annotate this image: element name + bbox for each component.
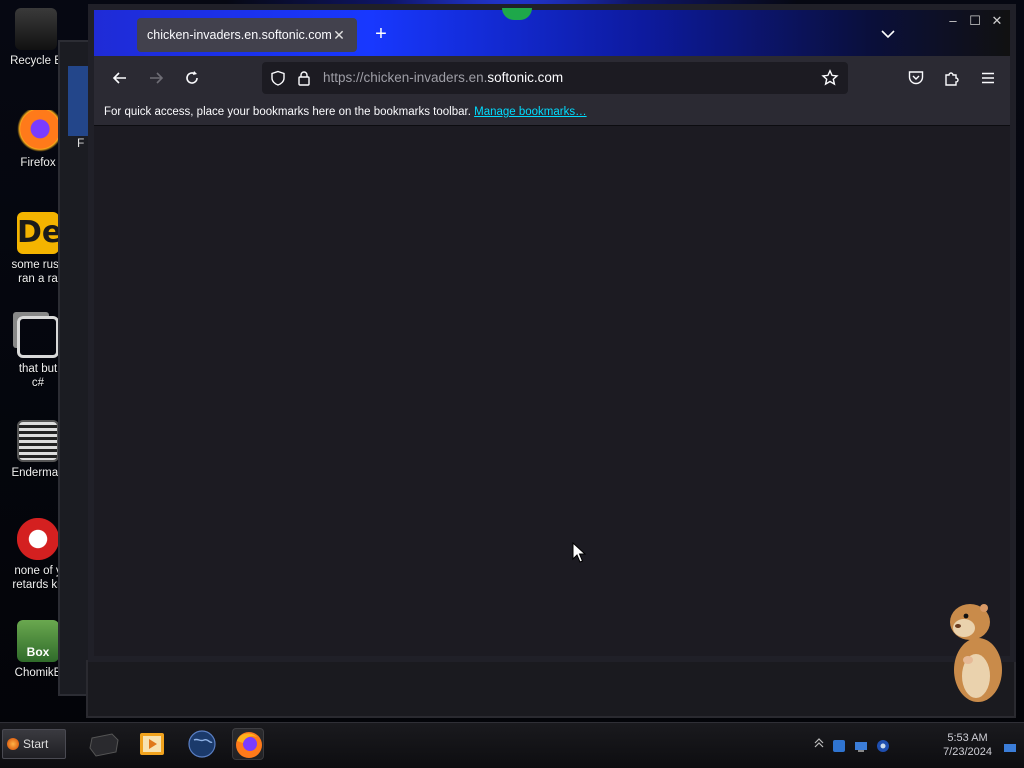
url-bar[interactable]: https://chicken-invaders.en.softonic.com <box>262 62 848 94</box>
hamster-pet-icon <box>950 604 1002 702</box>
taskbar-app-media[interactable] <box>88 728 120 760</box>
url-prefix: https://chicken-invaders.en. <box>323 70 488 85</box>
taskbar-app-globe[interactable] <box>186 728 218 760</box>
forward-button[interactable] <box>144 66 168 90</box>
star-icon <box>821 69 839 86</box>
application-menu-button[interactable] <box>976 66 1000 90</box>
media-device-icon <box>89 733 119 757</box>
tab-active[interactable]: chicken-invaders.en.softonic.com/ ✕ <box>137 18 357 52</box>
desktop-icons: Recycle B Firefox De some russ ran a ra … <box>0 0 65 720</box>
forward-arrow-icon <box>150 72 164 84</box>
chevron-up-icon <box>814 738 824 748</box>
clock-date: 7/23/2024 <box>943 746 992 758</box>
page-content-area[interactable] <box>94 127 1010 656</box>
recycle-bin-icon <box>15 8 57 50</box>
background-window-lower[interactable] <box>86 660 1016 718</box>
taskbar-app-firefox[interactable] <box>232 728 264 760</box>
extensions-button[interactable] <box>940 66 964 90</box>
taskbar: Start 5:53 AM 7/23/2024 <box>0 722 1024 768</box>
tray-volume-icon[interactable] <box>876 739 890 753</box>
taskbar-app-player[interactable] <box>136 728 168 760</box>
background-window-tab-strip <box>68 66 90 136</box>
show-hidden-icons-button[interactable] <box>814 737 828 751</box>
enderman-icon <box>17 420 59 462</box>
background-window-label: F <box>77 136 85 150</box>
bookmarks-toolbar-message: For quick access, place your bookmarks h… <box>104 106 471 118</box>
url-host: softonic.com <box>487 70 564 85</box>
de-app-icon: De <box>17 212 62 254</box>
lock-icon <box>298 71 310 86</box>
maximize-button[interactable]: ☐ <box>966 12 984 30</box>
pocket-button[interactable] <box>904 66 928 90</box>
manage-bookmarks-link[interactable]: Manage bookmarks… <box>474 106 587 118</box>
back-arrow-icon <box>112 72 126 84</box>
tab-bar: chicken-invaders.en.softonic.com/ ✕ + – … <box>94 8 1010 56</box>
firefox-window[interactable]: chicken-invaders.en.softonic.com/ ✕ + – … <box>88 4 1016 662</box>
tray-blue-app-icon <box>833 740 845 752</box>
firefox-icon <box>236 732 262 758</box>
navigation-toolbar: https://chicken-invaders.en.softonic.com <box>94 56 1010 100</box>
minimize-button[interactable]: – <box>944 12 962 30</box>
tracking-protection-button[interactable] <box>266 66 290 90</box>
pocket-icon <box>908 71 924 85</box>
show-desktop-button[interactable] <box>1004 741 1018 755</box>
system-tray: 5:53 AM 7/23/2024 <box>814 723 1024 768</box>
puzzle-piece-icon <box>945 72 959 86</box>
red-creature-icon <box>17 518 59 560</box>
network-icon <box>855 742 867 752</box>
taskbar-clock[interactable]: 5:53 AM 7/23/2024 <box>943 731 992 759</box>
tab-close-icon[interactable]: ✕ <box>331 27 347 43</box>
site-info-button[interactable] <box>292 66 316 90</box>
url-text[interactable]: https://chicken-invaders.en.softonic.com <box>323 70 563 85</box>
mouse-cursor-icon <box>572 542 586 563</box>
start-orb-icon <box>7 738 19 750</box>
start-button[interactable]: Start <box>2 729 66 759</box>
list-all-tabs-button[interactable] <box>878 24 898 44</box>
notification-icon <box>1004 744 1016 752</box>
back-button[interactable] <box>108 66 132 90</box>
titlebar-ornament <box>502 8 532 20</box>
hamburger-menu-icon <box>982 72 994 84</box>
reload-icon <box>186 71 198 84</box>
globe-icon <box>188 730 216 758</box>
box-icon-text: Box <box>26 645 50 659</box>
firefox-icon <box>17 110 59 152</box>
bookmark-star-button[interactable] <box>818 66 842 90</box>
media-player-icon <box>140 733 164 755</box>
tray-app-icon[interactable] <box>832 739 846 753</box>
bookmarks-toolbar: For quick access, place your bookmarks h… <box>94 100 1010 126</box>
reload-button[interactable] <box>180 66 204 90</box>
chevron-down-icon <box>881 30 895 39</box>
hamster-box-icon: Box <box>17 620 59 662</box>
new-tab-button[interactable]: + <box>370 24 392 46</box>
close-window-button[interactable]: ✕ <box>988 12 1006 30</box>
shield-icon <box>271 70 285 86</box>
tab-title: chicken-invaders.en.softonic.com/ <box>147 28 331 42</box>
tray-network-icon[interactable] <box>854 739 868 753</box>
clock-time: 5:53 AM <box>947 732 988 744</box>
copy-icon <box>17 316 59 358</box>
start-label: Start <box>23 737 49 751</box>
speaker-icon <box>877 740 889 752</box>
